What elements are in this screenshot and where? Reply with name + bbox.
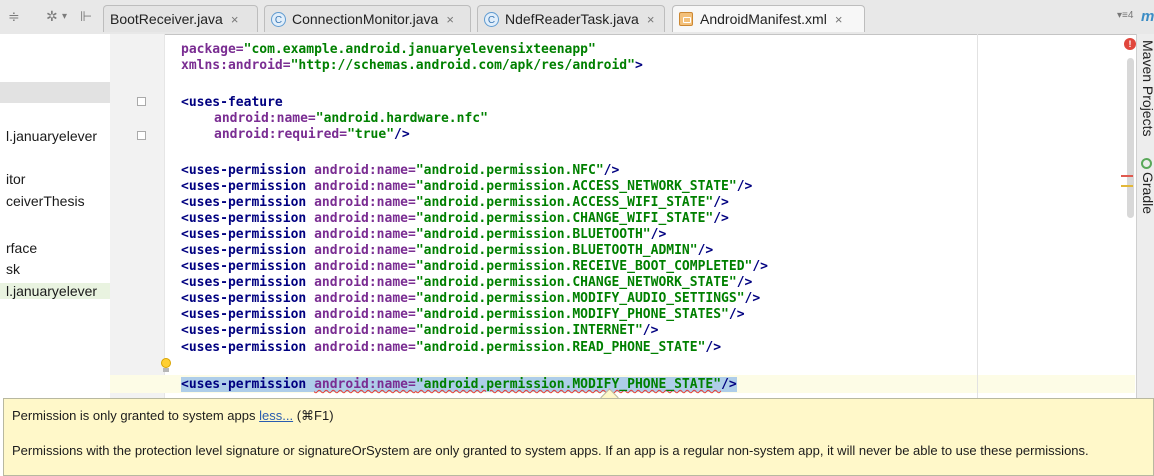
tab-ndefreadertask[interactable]: C NdefReaderTask.java × [477, 5, 665, 32]
collapse-icon[interactable]: ≑ [8, 8, 20, 25]
project-tree-item[interactable]: l.januaryelever [0, 283, 110, 299]
permission-line-selected: <uses-permission android:name="android.p… [181, 377, 737, 392]
permission-line: <uses-permission android:name="android.p… [181, 323, 659, 338]
permission-line: <uses-permission android:name="android.p… [181, 291, 761, 306]
permission-line: <uses-permission android:name="android.p… [181, 243, 714, 258]
hide-panel-icon[interactable]: ⊩ [80, 8, 92, 25]
tab-label: AndroidManifest.xml [700, 11, 827, 27]
dropdown-arrow-icon[interactable]: ▾ [62, 11, 67, 22]
tab-bootreceiver[interactable]: BootReceiver.java × [103, 5, 258, 32]
editor-tab-bar: ≑ ✲ ▾ ⊩ BootReceiver.java × C Connection… [0, 0, 1154, 35]
close-icon[interactable]: × [835, 12, 843, 27]
inspection-tooltip: Permission is only granted to system app… [3, 398, 1154, 476]
project-tree-item[interactable]: l.januaryelever [6, 128, 97, 144]
permission-line: <uses-permission android:name="android.p… [181, 340, 722, 355]
selected-row-band [0, 82, 110, 103]
permission-line: <uses-permission android:name="android.p… [181, 179, 753, 194]
permission-line: <uses-permission android:name="android.p… [181, 195, 729, 210]
close-icon[interactable]: × [446, 12, 454, 27]
tab-label: BootReceiver.java [110, 11, 223, 27]
project-tree-item[interactable]: ceiverThesis [6, 193, 85, 209]
tooltip-summary-line: Permission is only granted to system app… [12, 408, 334, 424]
tooltip-description: Permissions with the protection level si… [12, 443, 1089, 458]
close-icon[interactable]: × [231, 12, 239, 27]
gradle-tab[interactable]: Gradle [1140, 172, 1154, 214]
class-icon: C [271, 11, 286, 27]
tab-androidmanifest[interactable]: AndroidManifest.xml × [672, 5, 865, 32]
vertical-scrollbar[interactable] [1127, 58, 1134, 218]
error-indicator-icon[interactable]: ! [1124, 38, 1136, 50]
permission-line: <uses-permission android:name="android.p… [181, 163, 620, 178]
tab-overflow-menu[interactable]: ▾≡4 [1117, 10, 1133, 21]
code-line: xmlns:android="http://schemas.android.co… [181, 58, 643, 73]
less-link[interactable]: less... [259, 408, 293, 423]
code-line: android:name="android.hardware.nfc" [214, 111, 488, 126]
permission-line: <uses-permission android:name="android.p… [181, 227, 667, 242]
editor-gutter [110, 34, 165, 400]
project-tree-item[interactable]: rface [6, 240, 37, 256]
permission-line: <uses-permission android:name="android.p… [181, 211, 729, 226]
permission-line: <uses-permission android:name="android.p… [181, 259, 769, 274]
code-line: package="com.example.android.januaryelev… [181, 42, 596, 57]
maven-projects-tab[interactable]: Maven Projects [1140, 40, 1154, 136]
tab-label: NdefReaderTask.java [505, 11, 639, 27]
code-line: <uses-feature [181, 95, 283, 110]
error-marker[interactable] [1121, 175, 1133, 177]
tab-label: ConnectionMonitor.java [292, 11, 439, 27]
gear-icon[interactable]: ✲ [46, 8, 58, 25]
code-line: android:required="true"/> [214, 127, 410, 142]
maven-logo-icon: m [1141, 8, 1154, 25]
tab-connectionmonitor[interactable]: C ConnectionMonitor.java × [264, 5, 471, 32]
project-tree-item[interactable]: itor [6, 171, 25, 187]
tooltip-summary: Permission is only granted to system app… [12, 408, 256, 423]
permission-line: <uses-permission android:name="android.p… [181, 307, 745, 322]
warning-marker[interactable] [1121, 185, 1133, 187]
shortcut-hint: (⌘F1) [296, 408, 334, 423]
fold-marker-icon[interactable] [137, 131, 146, 140]
class-icon: C [484, 11, 499, 27]
permission-line: <uses-permission android:name="android.p… [181, 275, 753, 290]
project-tree-item[interactable]: sk [6, 261, 20, 277]
fold-marker-icon[interactable] [137, 97, 146, 106]
project-panel: l.januaryelever itor ceiverThesis rface … [0, 34, 111, 400]
gradle-icon [1141, 158, 1152, 169]
xml-file-icon [679, 12, 693, 26]
close-icon[interactable]: × [647, 12, 655, 27]
